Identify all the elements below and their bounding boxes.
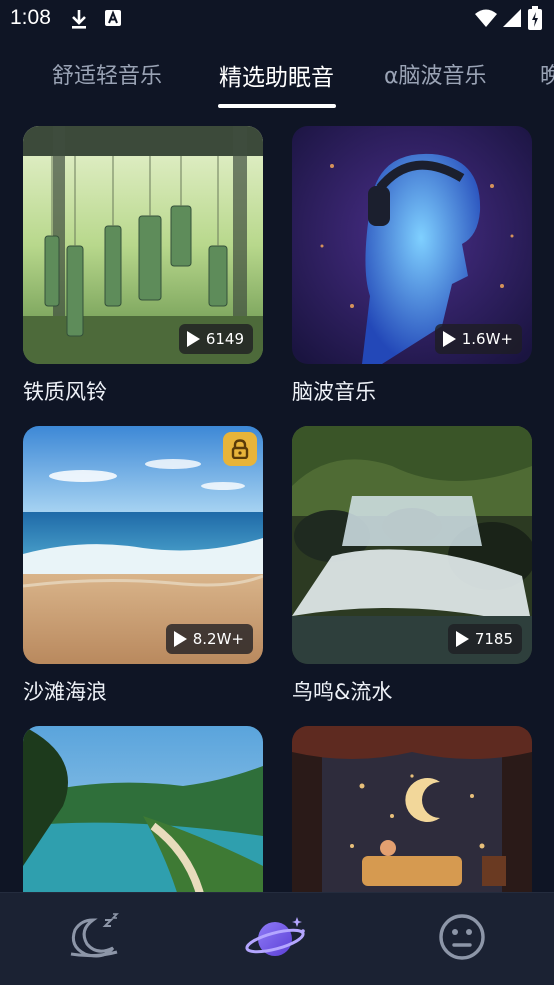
tab-soothing-music[interactable]: 舒适轻音乐 <box>52 58 162 90</box>
download-icon <box>70 8 88 34</box>
bottom-navigation <box>0 892 554 985</box>
signal-icon <box>502 8 522 32</box>
play-count-badge: 8.2W+ <box>165 624 253 654</box>
play-count-badge: 7185 <box>447 624 522 654</box>
play-icon <box>455 631 469 647</box>
lock-icon <box>223 432 257 466</box>
planet-icon <box>245 911 307 967</box>
card-title: 脑波音乐 <box>292 380 376 404</box>
play-count-badge: 6149 <box>178 324 253 354</box>
play-count: 8.2W+ <box>192 630 244 648</box>
moon-sleep-icon <box>65 912 123 966</box>
tab-evening-partial[interactable]: 晚 <box>540 58 554 90</box>
play-icon <box>442 331 456 347</box>
card-title: 鸟鸣&流水 <box>292 680 393 704</box>
wifi-icon <box>474 8 498 32</box>
play-count-badge: 1.6W+ <box>434 324 522 354</box>
play-count: 6149 <box>205 330 244 348</box>
text-a-icon <box>104 8 122 32</box>
play-count: 1.6W+ <box>461 330 513 348</box>
tab-alpha-brainwave[interactable]: α脑波音乐 <box>384 58 487 90</box>
tab-featured-sleep[interactable]: 精选助眠音 <box>219 58 334 92</box>
play-count: 7185 <box>474 630 513 648</box>
play-icon <box>173 631 187 647</box>
status-bar: 1:08 <box>0 0 554 38</box>
face-icon <box>437 912 487 966</box>
play-icon <box>186 331 200 347</box>
card-title: 沙滩海浪 <box>23 680 107 704</box>
status-time: 1:08 <box>10 6 51 29</box>
card-title: 铁质风铃 <box>23 380 107 404</box>
nav-sleep[interactable] <box>64 911 124 967</box>
nav-explore[interactable] <box>245 911 307 967</box>
active-tab-indicator <box>218 104 336 108</box>
nav-profile[interactable] <box>432 911 492 967</box>
battery-icon <box>528 6 542 34</box>
